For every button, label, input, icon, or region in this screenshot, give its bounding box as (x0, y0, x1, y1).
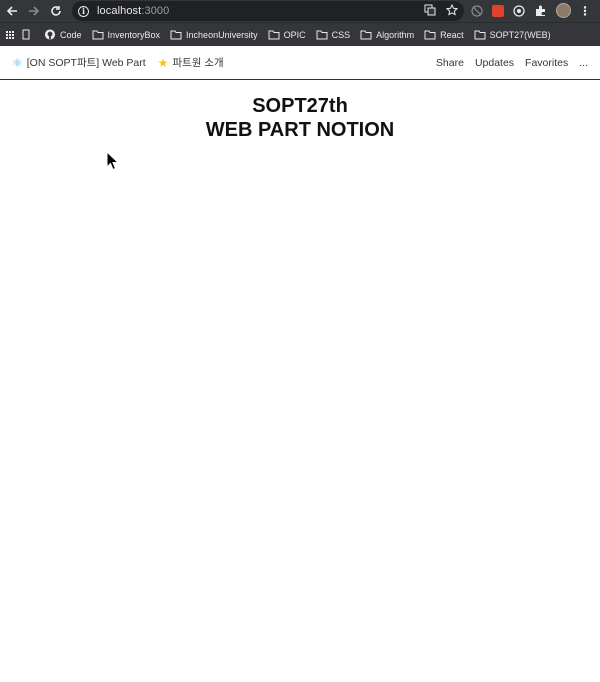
arrow-right-icon (29, 6, 40, 16)
url-port: :3000 (141, 5, 170, 17)
extensions-area: ⋮ (470, 3, 591, 18)
folder-icon (170, 30, 182, 40)
bookmark-label: Algorithm (376, 29, 415, 40)
profile-avatar[interactable] (556, 3, 571, 18)
star-icon: ★ (157, 55, 169, 70)
folder-icon (268, 30, 280, 40)
bookmark-page-icon (22, 29, 30, 40)
arrow-left-icon (6, 6, 17, 16)
atom-icon: ⚛ (12, 55, 23, 70)
mouse-cursor-icon (106, 151, 120, 171)
bookmark-react[interactable]: React (424, 29, 464, 40)
extension-circle-icon[interactable] (512, 4, 526, 18)
bookmark-label: React (440, 29, 464, 40)
bookmark-code[interactable]: Code (44, 29, 82, 40)
bookmark-label: CSS (331, 29, 351, 40)
breadcrumb-members[interactable]: ★ 파트원 소개 (158, 55, 224, 70)
page-title-line1: SOPT27th (252, 95, 348, 117)
breadcrumb-web-part[interactable]: ⚛ [ON SOPT파트] Web Part (12, 55, 146, 70)
bookmark-incheonuniversity[interactable]: IncheonUniversity (170, 29, 258, 40)
header-actions: Share Updates Favorites ... (436, 46, 588, 80)
folder-icon (360, 30, 372, 40)
bookmark-label: OPIC (283, 29, 306, 40)
breadcrumb-label: [ON SOPT파트] Web Part (26, 57, 146, 69)
reload-icon (51, 6, 61, 16)
apps-icon[interactable] (6, 30, 14, 39)
favorites-button[interactable]: Favorites (525, 57, 568, 69)
bookmark-algorithm[interactable]: Algorithm (360, 29, 414, 40)
back-button[interactable] (2, 1, 22, 21)
site-info-icon[interactable]: i (78, 5, 89, 17)
bookmark-label: IncheonUniversity (186, 29, 258, 40)
url-host: localhost (97, 5, 142, 17)
page-header: ⚛ [ON SOPT파트] Web Part ★ 파트원 소개 Share Up… (0, 46, 600, 80)
browser-toolbar: i localhost:3000 ⋮ (0, 0, 600, 22)
url-text: localhost:3000 (97, 5, 169, 17)
share-button[interactable]: Share (436, 57, 464, 69)
breadcrumb-label: 파트원 소개 (172, 57, 224, 69)
updates-button[interactable]: Updates (475, 57, 514, 69)
folder-icon (316, 30, 328, 40)
bookmark-css[interactable]: CSS (316, 29, 351, 40)
bookmark-label: InventoryBox (107, 29, 161, 40)
translate-icon[interactable] (424, 4, 436, 16)
bookmarks-bar: Code InventoryBox IncheonUniversity OPIC… (0, 22, 600, 46)
bookmark-label: Code (60, 29, 82, 40)
bookmark-inventorybox[interactable]: InventoryBox (92, 29, 161, 40)
folder-icon (92, 30, 104, 40)
bookmark-sopt27-web[interactable]: SOPT27(WEB) (474, 29, 551, 40)
more-button[interactable]: ... (579, 57, 588, 69)
page-title-line2: WEB PART NOTION (205, 119, 395, 141)
puzzle-icon[interactable] (534, 4, 548, 18)
extension-red-icon[interactable] (492, 4, 504, 17)
folder-icon (424, 30, 436, 40)
main-content: SOPT27th WEB PART NOTION (0, 81, 600, 682)
reload-button[interactable] (46, 1, 66, 21)
folder-icon (474, 30, 486, 40)
address-bar[interactable]: i localhost:3000 (72, 1, 464, 21)
forward-button[interactable] (24, 1, 44, 21)
chrome-menu-icon[interactable]: ⋮ (579, 5, 591, 17)
bookmark-opic[interactable]: OPIC (268, 29, 306, 40)
bookmark-star-icon[interactable] (446, 4, 458, 16)
github-icon (44, 29, 56, 40)
bookmark-unnamed[interactable] (20, 29, 36, 40)
extension-slash-icon[interactable] (470, 4, 484, 18)
omnibox-actions (424, 4, 458, 16)
bookmark-label: SOPT27(WEB) (489, 29, 551, 40)
